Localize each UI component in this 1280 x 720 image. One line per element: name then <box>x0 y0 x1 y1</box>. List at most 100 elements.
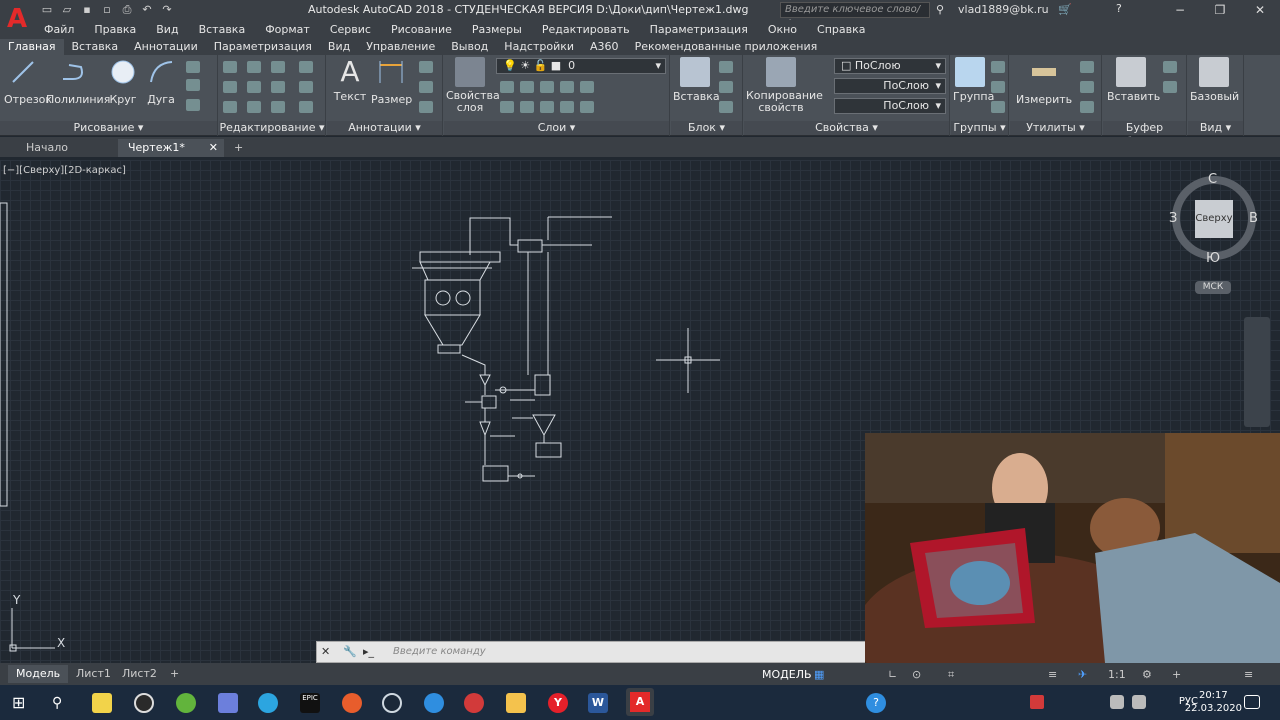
edit-attributes-icon[interactable] <box>719 101 733 113</box>
cart-icon[interactable]: 🛒 <box>1058 3 1072 16</box>
system-clock[interactable]: 20:17 22.03.2020 <box>1185 689 1242 715</box>
menu-edit[interactable]: Правка <box>94 23 136 36</box>
binoculars-icon[interactable]: ⚲ <box>936 3 944 16</box>
panel-layers-title[interactable]: Слои ▾ <box>444 121 669 135</box>
close-cmd-icon[interactable]: ✕ <box>321 645 330 658</box>
annotation-list-icon[interactable] <box>419 101 433 113</box>
layer-previous-icon[interactable] <box>520 81 534 93</box>
explorer-folder-icon[interactable] <box>506 693 526 713</box>
new-tab-button[interactable]: + <box>230 139 250 157</box>
array-icon[interactable] <box>271 101 285 113</box>
redo-icon[interactable]: ↷ <box>158 3 176 17</box>
panel-clipboard-title[interactable]: Буфер обмена ▾ <box>1103 121 1186 148</box>
origin-icon[interactable] <box>342 693 362 713</box>
scale-icon[interactable] <box>247 101 261 113</box>
viewcube-east[interactable]: В <box>1249 211 1258 226</box>
minimize-button[interactable]: − <box>1160 0 1200 20</box>
command-prompt-icon[interactable]: ▸_ <box>363 645 374 658</box>
tab-insert[interactable]: Вставка <box>64 39 127 55</box>
hatch-icon[interactable] <box>186 79 200 91</box>
steam-icon[interactable] <box>382 693 402 713</box>
fillet-icon[interactable] <box>271 81 285 93</box>
insert-block-button[interactable]: Вставка <box>673 57 720 103</box>
linetype-select[interactable]: ПоСлою ▾ <box>834 78 946 94</box>
settings-gear-icon[interactable]: ⚙ <box>1142 668 1152 681</box>
maximize-button[interactable]: ❐ <box>1200 0 1240 20</box>
rotate-icon[interactable] <box>247 61 261 73</box>
close-tab-icon[interactable]: ✕ <box>209 139 218 157</box>
model-space-toggle[interactable]: МОДЕЛЬ <box>762 668 812 681</box>
tab-annotate[interactable]: Аннотации <box>126 39 206 55</box>
layer-freeze-icon[interactable] <box>560 81 574 93</box>
autocad-logo-icon[interactable]: A <box>0 0 34 38</box>
panel-groups-title[interactable]: Группы ▾ <box>951 121 1008 135</box>
ucs-menu[interactable]: МСК <box>1195 281 1231 294</box>
menu-dimension[interactable]: Размеры <box>472 23 522 36</box>
match-properties-button[interactable]: Копирование свойств <box>746 57 823 114</box>
annotation-visibility-icon[interactable]: ✈ <box>1078 668 1087 681</box>
erase-icon[interactable] <box>299 61 313 73</box>
circle-tool-button[interactable]: Круг <box>106 57 140 106</box>
panel-utilities-title[interactable]: Утилиты ▾ <box>1010 121 1101 135</box>
paste-button[interactable]: Вставить <box>1107 57 1160 103</box>
copy-clip-icon[interactable] <box>1163 81 1177 93</box>
cut-icon[interactable] <box>1163 61 1177 73</box>
layer-on-icon[interactable] <box>580 101 594 113</box>
close-button[interactable]: ✕ <box>1240 0 1280 20</box>
viewport-controls[interactable]: [−][Сверху][2D-каркас] <box>3 165 126 176</box>
search-input[interactable]: Введите ключевое слово/фразу <box>780 2 930 29</box>
layer-select[interactable]: 💡 ☀ 🔓 ■ 0 ▾ <box>496 58 666 74</box>
tab-layout2[interactable]: Лист2 <box>114 665 165 683</box>
line-tool-button[interactable]: Отрезок <box>4 57 52 106</box>
tab-start[interactable]: Начало <box>16 139 116 157</box>
security-tray-icon[interactable] <box>1030 695 1044 709</box>
panel-block-title[interactable]: Блок ▾ <box>671 121 742 135</box>
layer-off-icon[interactable] <box>580 81 594 93</box>
group-select-icon[interactable] <box>991 101 1005 113</box>
user-account[interactable]: vlad1889@bk.ru <box>958 3 1049 16</box>
rockstar-icon[interactable] <box>464 693 484 713</box>
panel-annotation-title[interactable]: Аннотации ▾ <box>327 121 442 135</box>
layer-match-icon[interactable] <box>500 81 514 93</box>
arc-tool-button[interactable]: Дуга <box>144 57 178 106</box>
command-input[interactable]: Введите команду <box>393 646 486 657</box>
point-icon[interactable] <box>1080 81 1094 93</box>
print-icon[interactable]: ⎙ <box>118 3 136 17</box>
menu-parametric[interactable]: Параметризация <box>650 23 748 36</box>
save-icon[interactable]: ▪ <box>78 3 96 17</box>
tab-model[interactable]: Модель <box>8 665 69 683</box>
gradient-icon[interactable] <box>186 99 200 111</box>
measure-button[interactable]: Измерить <box>1016 57 1072 106</box>
menu-help[interactable]: Справка <box>817 23 865 36</box>
epic-games-icon[interactable]: EPIC <box>300 693 320 713</box>
volume-tray-icon[interactable] <box>1132 695 1146 709</box>
trim-icon[interactable] <box>271 61 285 73</box>
telegram-icon[interactable] <box>258 693 278 713</box>
explode-icon[interactable] <box>299 81 313 93</box>
autocad-taskbar-icon[interactable]: A <box>626 688 654 716</box>
annotation-scale[interactable]: 1:1 <box>1108 668 1126 681</box>
viewcube-west[interactable]: З <box>1169 211 1177 226</box>
wrench-icon[interactable]: 🔧 <box>343 645 357 658</box>
search-icon[interactable]: ⚲ <box>52 693 72 713</box>
table-icon[interactable] <box>419 81 433 93</box>
discord-icon[interactable] <box>218 693 238 713</box>
polar-icon[interactable]: ⊙ <box>912 668 921 681</box>
osnap-icon[interactable]: ⌗ <box>948 668 954 682</box>
stretch-icon[interactable] <box>223 101 237 113</box>
add-layout-button[interactable]: + <box>162 665 187 683</box>
quick-select-icon[interactable] <box>1080 61 1094 73</box>
group-button[interactable]: Группа <box>953 57 994 103</box>
menu-insert[interactable]: Вставка <box>199 23 246 36</box>
viewcube-face[interactable]: Сверху <box>1195 200 1233 238</box>
windows-start-icon[interactable]: ⊞ <box>12 693 32 713</box>
tab-home[interactable]: Главная <box>0 39 64 55</box>
create-block-icon[interactable] <box>719 61 733 73</box>
yandex-browser-icon[interactable]: Y <box>548 693 568 713</box>
tab-manage[interactable]: Управление <box>358 39 443 55</box>
move-icon[interactable] <box>223 61 237 73</box>
menu-view[interactable]: Вид <box>156 23 178 36</box>
menu-file[interactable]: Файл <box>44 23 74 36</box>
leader-icon[interactable] <box>419 61 433 73</box>
tab-featured-apps[interactable]: Рекомендованные приложения <box>627 39 826 55</box>
